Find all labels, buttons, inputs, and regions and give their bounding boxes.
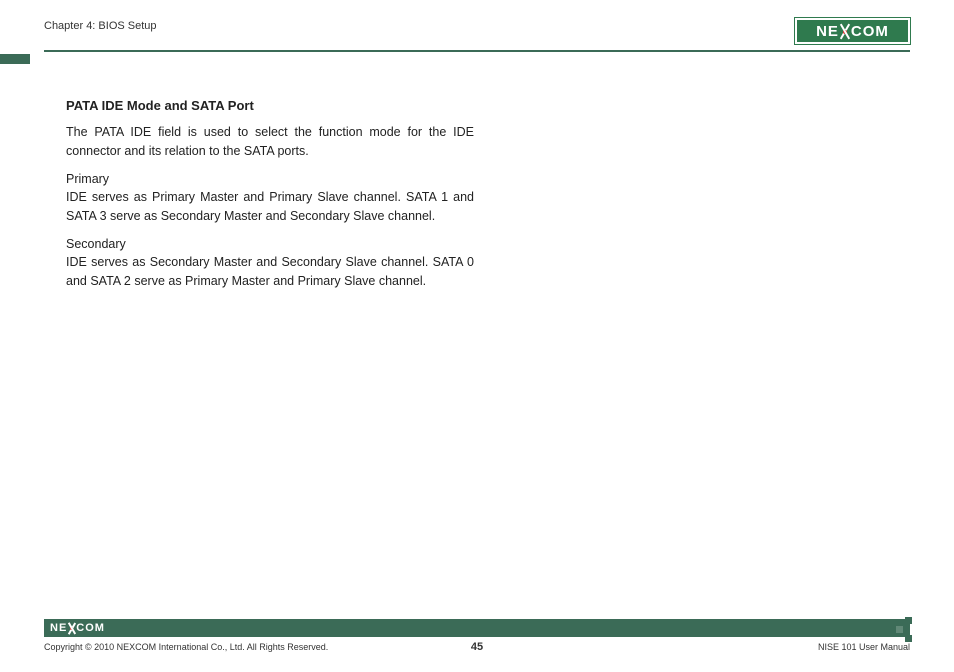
- footer-logo-right: COM: [76, 622, 105, 634]
- footer-decoration-icon: [890, 617, 912, 639]
- intro-paragraph: The PATA IDE field is used to select the…: [66, 123, 474, 162]
- footer-logo: NE COM: [50, 622, 105, 634]
- footer-logo-x-icon: [67, 623, 76, 634]
- footer-bar: NE COM: [44, 619, 910, 637]
- primary-label: Primary: [66, 172, 474, 186]
- logo-x-icon: [839, 24, 851, 39]
- primary-description: IDE serves as Primary Master and Primary…: [66, 188, 474, 227]
- document-page: Chapter 4: BIOS Setup NE COM PATA IDE Mo…: [0, 0, 954, 672]
- footer-logo-left: NE: [50, 622, 67, 634]
- section-title: PATA IDE Mode and SATA Port: [66, 98, 474, 113]
- header-rule: [44, 50, 910, 52]
- secondary-label: Secondary: [66, 237, 474, 251]
- logo-text: NE COM: [816, 23, 889, 40]
- manual-name: NISE 101 User Manual: [818, 642, 910, 652]
- secondary-description: IDE serves as Secondary Master and Secon…: [66, 253, 474, 292]
- footer-meta: Copyright © 2010 NEXCOM International Co…: [44, 640, 910, 654]
- accent-tab: [0, 54, 30, 64]
- content-area: PATA IDE Mode and SATA Port The PATA IDE…: [44, 64, 474, 291]
- copyright-text: Copyright © 2010 NEXCOM International Co…: [44, 642, 328, 652]
- logo-text-right: COM: [851, 23, 889, 40]
- page-footer: NE COM Copyright © 2010 NEXCOM Internati…: [44, 619, 910, 654]
- page-number: 45: [471, 641, 483, 653]
- chapter-label: Chapter 4: BIOS Setup: [44, 18, 157, 32]
- page-header: Chapter 4: BIOS Setup NE COM: [44, 18, 910, 44]
- logo-text-left: NE: [816, 23, 839, 40]
- nexcom-logo: NE COM: [795, 18, 910, 44]
